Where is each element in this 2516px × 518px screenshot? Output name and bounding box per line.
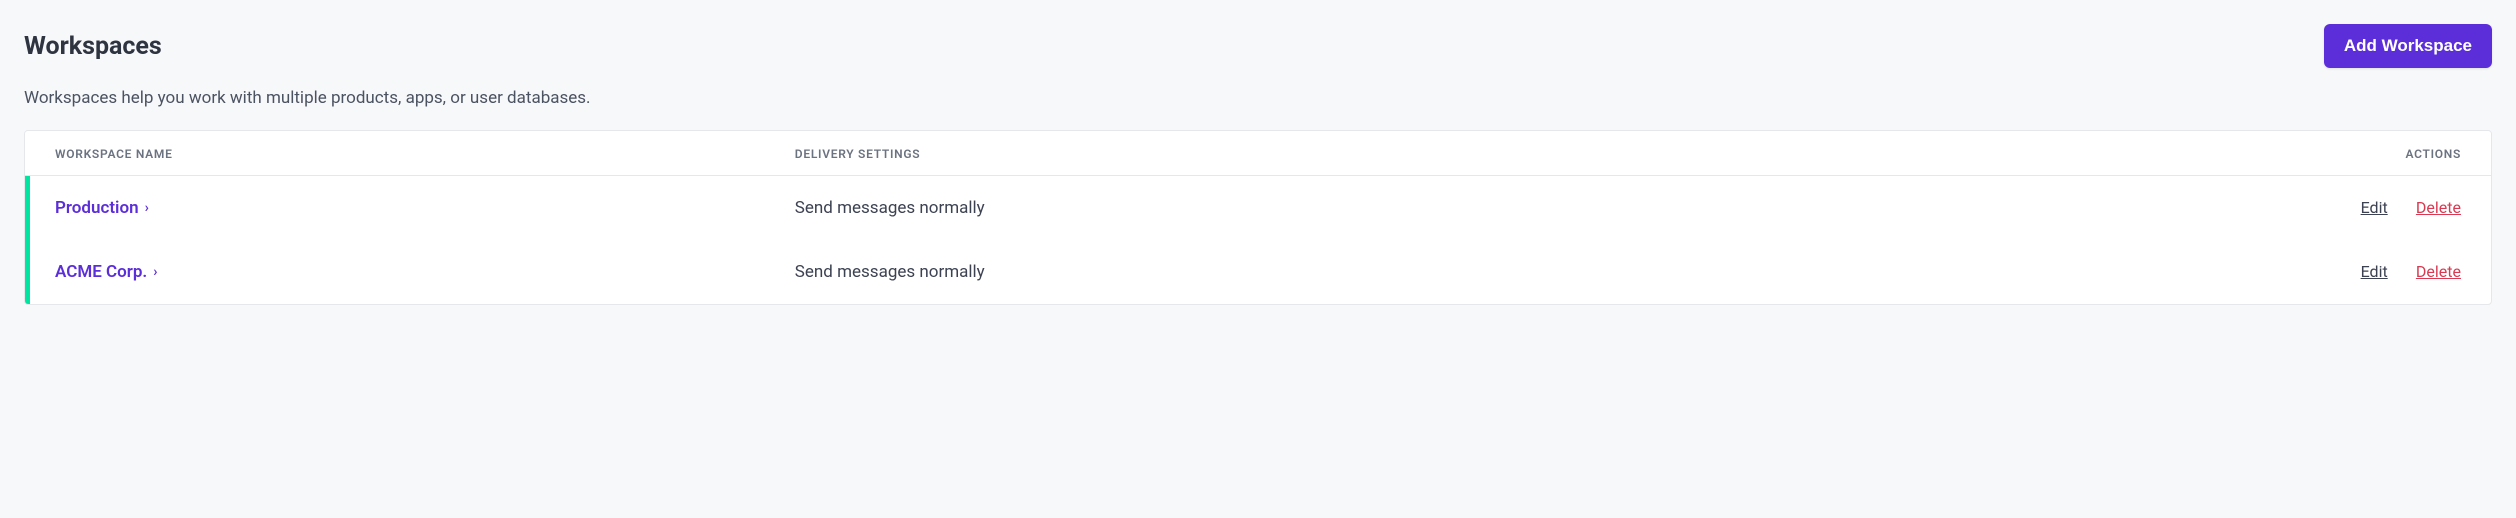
workspaces-table: WORKSPACE NAME DELIVERY SETTINGS ACTIONS… bbox=[24, 130, 2492, 305]
add-workspace-button[interactable]: Add Workspace bbox=[2324, 24, 2492, 68]
active-indicator bbox=[25, 176, 30, 240]
column-header-name: WORKSPACE NAME bbox=[25, 131, 765, 176]
column-header-delivery: DELIVERY SETTINGS bbox=[765, 131, 1998, 176]
delete-link[interactable]: Delete bbox=[2416, 262, 2461, 281]
workspace-link-production[interactable]: Production › bbox=[55, 198, 149, 218]
column-header-actions: ACTIONS bbox=[1998, 131, 2491, 176]
chevron-right-icon: › bbox=[153, 264, 157, 280]
workspace-link-acme[interactable]: ACME Corp. › bbox=[55, 262, 158, 282]
table-row: Production › Send messages normally Edit… bbox=[25, 176, 2491, 241]
table-row: ACME Corp. › Send messages normally Edit… bbox=[25, 240, 2491, 304]
delivery-setting: Send messages normally bbox=[765, 240, 1998, 304]
workspace-name: ACME Corp. bbox=[55, 262, 147, 282]
edit-link[interactable]: Edit bbox=[2361, 262, 2388, 281]
edit-link[interactable]: Edit bbox=[2361, 198, 2388, 217]
workspace-name: Production bbox=[55, 198, 139, 218]
chevron-right-icon: › bbox=[145, 200, 149, 216]
delete-link[interactable]: Delete bbox=[2416, 198, 2461, 217]
page-description: Workspaces help you work with multiple p… bbox=[24, 88, 2492, 108]
page-title: Workspaces bbox=[24, 32, 162, 61]
delivery-setting: Send messages normally bbox=[765, 176, 1998, 241]
active-indicator bbox=[25, 240, 30, 304]
